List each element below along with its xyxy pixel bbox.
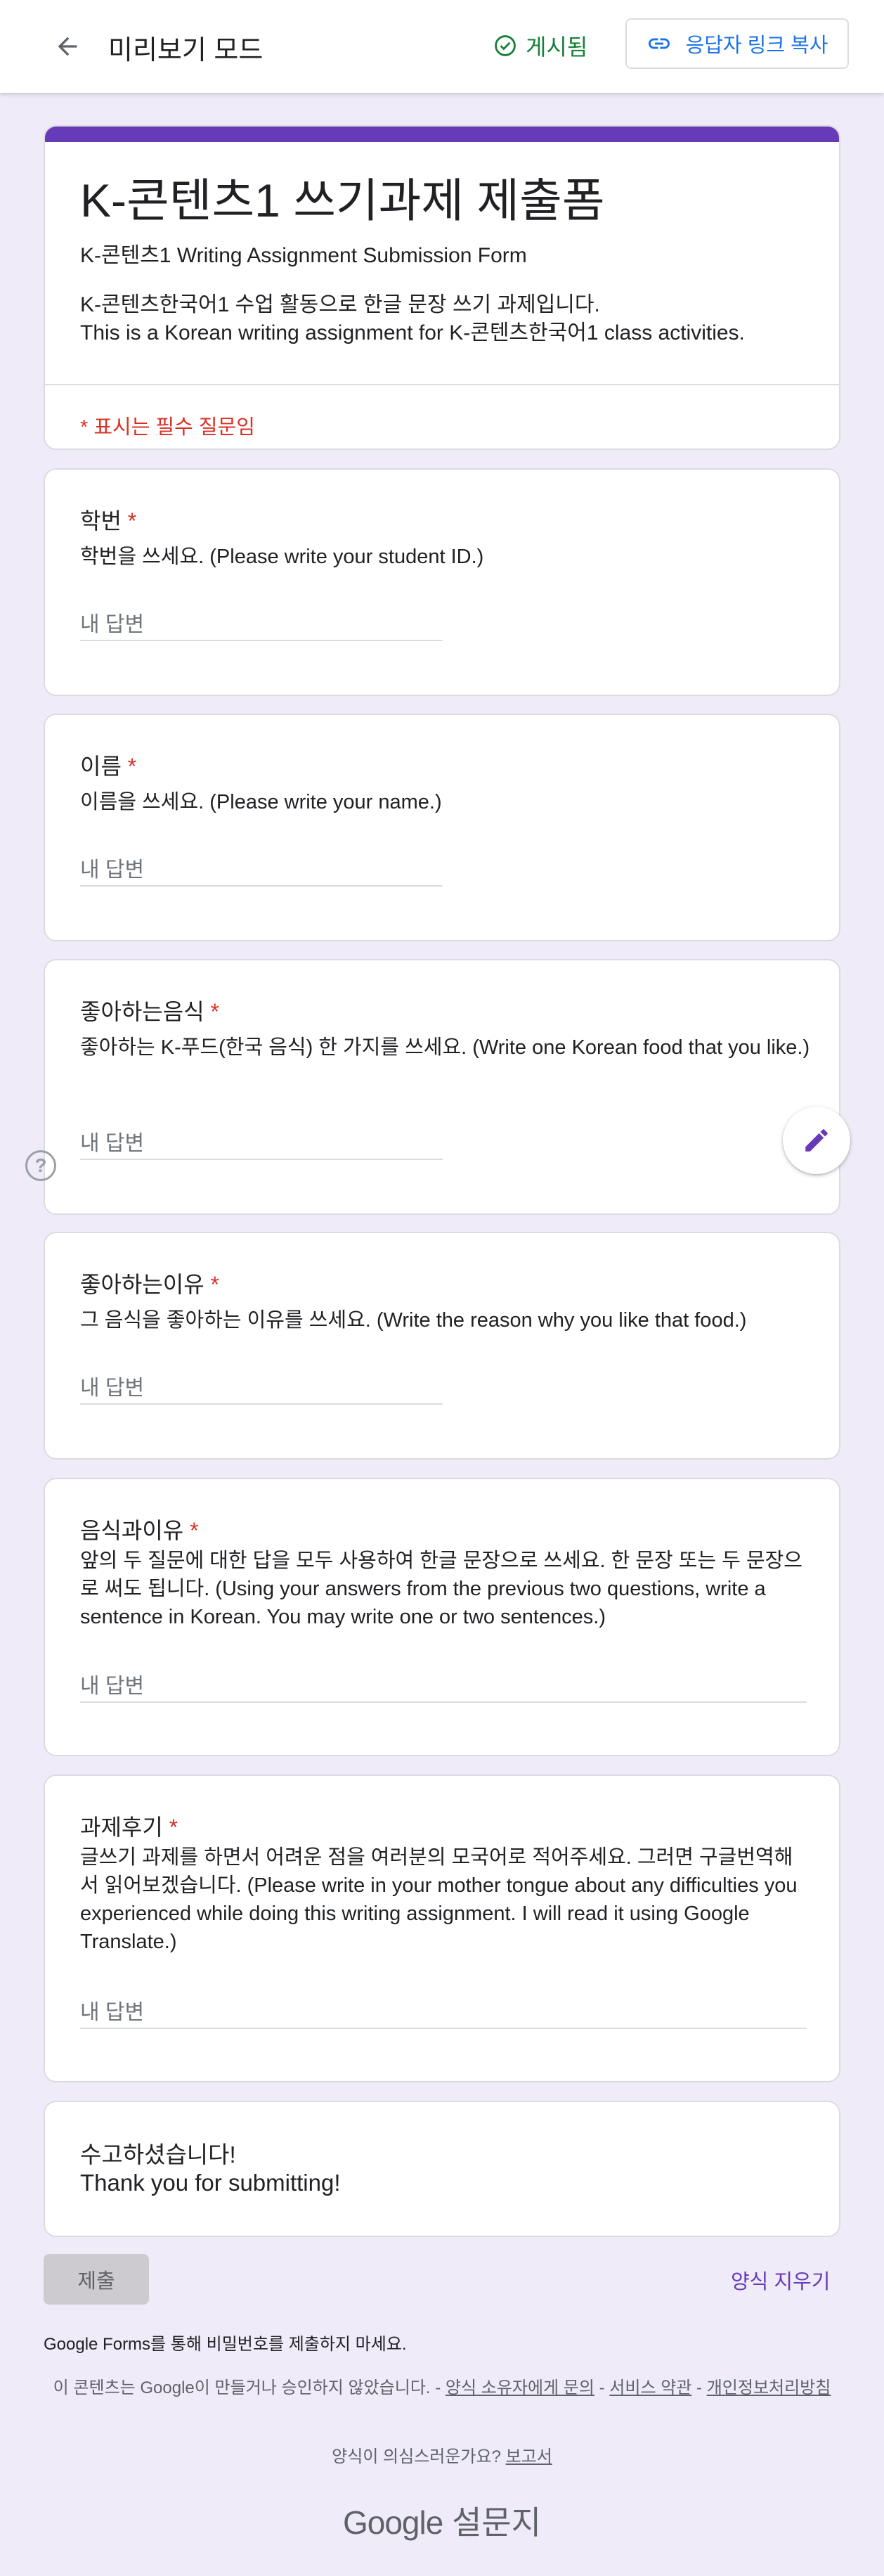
form-description-line: This is a Korean writing assignment for … [80,321,745,344]
question-card-name: 이름 * 이름을 쓰세요. (Please write your name.) [44,714,840,941]
preview-topbar: 미리보기 모드 게시됨 응답자 링크 복사 [0,0,884,93]
pencil-icon [805,1129,828,1152]
question-card-student-id: 학번 * 학번을 쓰세요. (Please write your student… [44,468,840,696]
arrow-left-icon [58,37,77,56]
question-description: 학번을 쓰세요. (Please write your student ID.) [80,546,484,568]
required-asterisk: * [210,999,219,1024]
copy-link-label: 응답자 링크 복사 [685,34,828,57]
form-description-line: K-콘텐츠한국어1 수업 활동으로 한글 문장 쓰기 과제입니다. [80,293,600,316]
question-description: 글쓰기 과제를 하면서 어려운 점을 여러분의 모국어로 적어주세요. 그러면 … [80,1846,798,1953]
published-status: 게시됨 [493,30,587,62]
food-and-reason-input[interactable] [80,1672,807,1703]
question-description: 이름을 쓰세요. (Please write your name.) [80,791,442,813]
thanks-english: Thank you for submitting! [80,2170,341,2196]
check-circle-icon [495,35,516,56]
edit-form-button[interactable] [783,1107,850,1174]
link-icon [648,38,670,49]
form-header-card: K-콘텐츠1 쓰기과제 제출폼 K-콘텐츠1 Writing Assignmen… [44,125,840,450]
question-title: 이름 * [80,754,137,779]
question-description: 좋아하는 K-푸드(한국 음식) 한 가지를 쓰세요. (Write one K… [80,1036,810,1059]
copy-responder-link-button[interactable]: 응답자 링크 복사 [625,18,849,69]
report-abuse: 양식이 의심스러운가요? 보고서 [332,2447,552,2466]
thanks-card: 수고하셨습니다! Thank you for submitting! [44,2101,840,2237]
submit-button[interactable]: 제출 [44,2254,149,2305]
terms-link[interactable]: 서비스 약관 [609,2378,691,2397]
required-asterisk: * [210,1272,219,1297]
required-asterisk: * [127,754,137,779]
help-circle-icon[interactable]: ? [25,1150,56,1181]
required-asterisk: * [127,508,137,534]
required-note: * 표시는 필수 질문임 [80,416,255,439]
question-description: 앞의 두 질문에 대한 답을 모두 사용하여 한글 문장으로 쓰세요. 한 문장… [80,1550,802,1628]
clear-form-button[interactable]: 양식 지우기 [731,2265,830,2295]
google-wordmark: Google [342,2504,443,2541]
header-accent-bar [45,127,839,142]
question-card-food-and-reason: 음식과이유 * 앞의 두 질문에 대한 답을 모두 사용하여 한글 문장으로 쓰… [44,1478,840,1756]
favorite-food-input[interactable] [80,1129,443,1160]
assignment-review-input[interactable] [80,1998,807,2029]
form-title: K-콘텐츠1 쓰기과제 제출폼 [80,174,605,226]
question-description: 그 음식을 좋아하는 이유를 쓰세요. (Write the reason wh… [80,1309,747,1332]
name-input[interactable] [80,856,443,887]
reason-input[interactable] [80,1374,443,1405]
forms-wordmark: 설문지 [443,2504,542,2541]
form-description: K-콘텐츠한국어1 수업 활동으로 한글 문장 쓰기 과제입니다. This i… [80,291,811,347]
no-password-warning: Google Forms를 통해 비밀번호를 제출하지 마세요. [44,2335,407,2354]
content-disclaimer: 이 콘텐츠는 Google이 만들거나 승인하지 않았습니다. - 양식 소유자… [53,2378,831,2397]
required-asterisk: * [169,1815,178,1840]
thanks-korean: 수고하셨습니다! [80,2142,236,2168]
back-button[interactable] [45,25,90,67]
student-id-input[interactable] [80,610,443,641]
question-title: 음식과이유 * [80,1518,199,1543]
question-title: 과제후기 * [80,1815,178,1840]
published-label: 게시됨 [526,34,588,60]
question-card-assignment-review: 과제후기 * 글쓰기 과제를 하면서 어려운 점을 여러분의 모국어로 적어주세… [44,1775,840,2082]
header-divider [45,384,839,385]
privacy-link[interactable]: 개인정보처리방침 [707,2378,831,2397]
form-subtitle: K-콘텐츠1 Writing Assignment Submission For… [80,244,527,267]
report-link[interactable]: 보고서 [506,2447,552,2466]
google-forms-logo[interactable]: Google 설문지 [44,2497,840,2544]
question-title: 학번 * [80,508,137,534]
contact-owner-link[interactable]: 양식 소유자에게 문의 [446,2378,594,2397]
question-card-reason: 좋아하는이유 * 그 음식을 좋아하는 이유를 쓰세요. (Write the … [44,1232,840,1460]
question-title: 좋아하는음식 * [80,999,219,1024]
preview-mode-title: 미리보기 모드 [108,36,264,65]
required-asterisk: * [190,1518,199,1543]
question-title: 좋아하는이유 * [80,1272,219,1297]
question-card-favorite-food: 좋아하는음식 * 좋아하는 K-푸드(한국 음식) 한 가지를 쓰세요. (Wr… [44,959,840,1215]
